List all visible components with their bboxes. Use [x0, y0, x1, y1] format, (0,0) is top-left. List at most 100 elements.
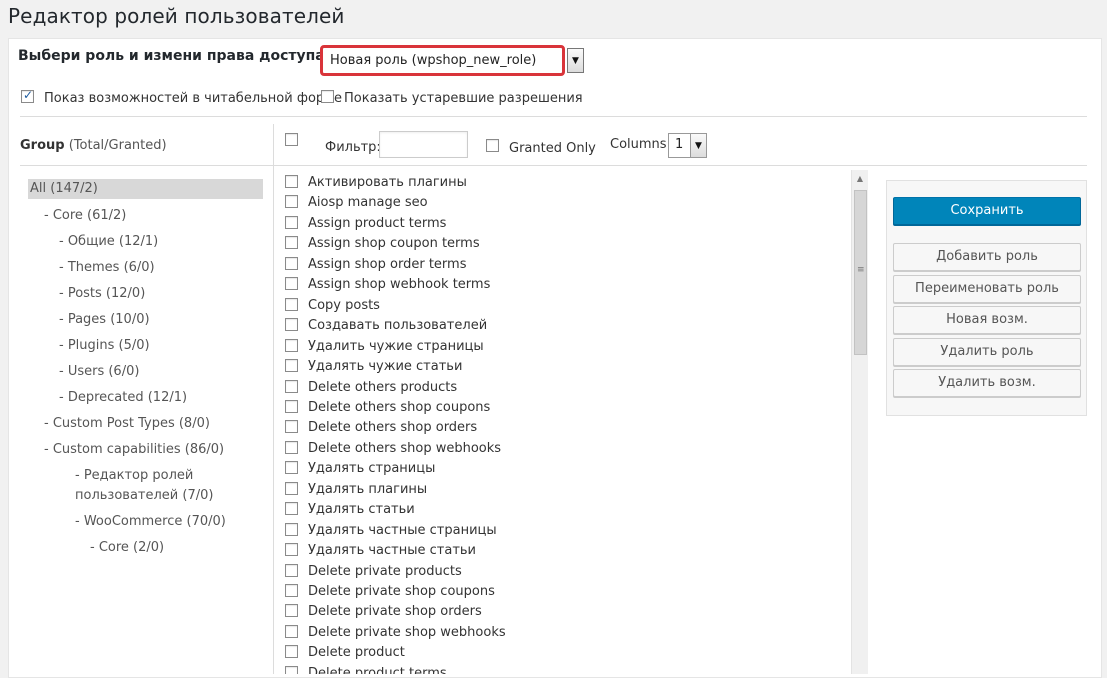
capability-checkbox[interactable]: [285, 236, 298, 249]
capability-row[interactable]: Удалять страницы: [285, 460, 845, 480]
capability-checkbox[interactable]: [285, 216, 298, 229]
rename-role-button[interactable]: Переименовать роль: [893, 275, 1081, 303]
capability-scrollbar[interactable]: ▲ ≡: [851, 170, 868, 674]
scroll-thumb[interactable]: ≡: [854, 190, 867, 355]
capability-checkbox[interactable]: [285, 298, 298, 311]
capability-label: Удалить чужие страницы: [308, 339, 484, 354]
save-button[interactable]: Сохранить: [893, 197, 1081, 225]
group-item-woocommerce-core[interactable]: - Core (2/0): [90, 540, 164, 555]
capability-checkbox[interactable]: [285, 257, 298, 270]
capability-row[interactable]: Удалять статьи: [285, 501, 845, 521]
capability-checkbox[interactable]: [285, 277, 298, 290]
role-select-label: Выбери роль и измени права доступа: [18, 48, 325, 64]
group-item-role-editor-count[interactable]: пользователей (7/0): [75, 488, 213, 503]
capability-checkbox[interactable]: [285, 359, 298, 372]
deprecated-checkbox[interactable]: [321, 90, 334, 103]
capability-row[interactable]: Assign shop order terms: [285, 256, 845, 276]
columns-chevron-down-icon[interactable]: ▼: [690, 134, 706, 157]
scroll-up-icon[interactable]: ▲: [852, 170, 868, 186]
group-item-users[interactable]: - Users (6/0): [59, 364, 139, 379]
capability-checkbox[interactable]: [285, 482, 298, 495]
capability-row[interactable]: Создавать пользователей: [285, 317, 845, 337]
group-item-role-editor[interactable]: - Редактор ролей: [75, 468, 193, 483]
delete-capability-button[interactable]: Удалить возм.: [893, 369, 1081, 397]
capability-checkbox[interactable]: [285, 400, 298, 413]
add-role-button[interactable]: Добавить роль: [893, 243, 1081, 271]
group-item-custom-capabilities[interactable]: - Custom capabilities (86/0): [44, 442, 224, 457]
capability-label: Удалять страницы: [308, 461, 436, 476]
capability-row[interactable]: Delete others products: [285, 379, 845, 399]
capability-checkbox[interactable]: [285, 420, 298, 433]
capability-checkbox[interactable]: [285, 666, 298, 674]
capability-row[interactable]: Delete others shop orders: [285, 419, 845, 439]
group-item-woocommerce[interactable]: - WooCommerce (70/0): [75, 514, 226, 529]
role-select[interactable]: Новая роль (wpshop_new_role): [320, 45, 565, 76]
capability-label: Удалять частные страницы: [308, 523, 497, 538]
filter-input[interactable]: [379, 131, 468, 158]
capability-row[interactable]: Активировать плагины: [285, 174, 845, 194]
group-item-pages[interactable]: - Pages (10/0): [59, 312, 150, 327]
capability-label: Delete private shop orders: [308, 604, 482, 619]
capability-checkbox[interactable]: [285, 625, 298, 638]
capability-row[interactable]: Delete product terms: [285, 665, 845, 674]
capability-checkbox[interactable]: [285, 584, 298, 597]
group-item-general[interactable]: - Общие (12/1): [59, 234, 158, 249]
columns-label: Columns:: [610, 137, 671, 152]
capability-label: Удалять частные статьи: [308, 543, 477, 558]
capability-checkbox[interactable]: [285, 604, 298, 617]
capability-checkbox[interactable]: [285, 523, 298, 536]
capability-row[interactable]: Copy posts: [285, 297, 845, 317]
granted-only-checkbox[interactable]: [486, 139, 499, 152]
group-item-all[interactable]: All (147/2): [28, 179, 263, 199]
capability-row[interactable]: Assign shop webhook terms: [285, 276, 845, 296]
deprecated-label: Показать устаревшие разрешения: [344, 91, 583, 106]
capability-row[interactable]: Delete product: [285, 644, 845, 664]
group-item-deprecated[interactable]: - Deprecated (12/1): [59, 390, 187, 405]
group-item-core[interactable]: - Core (61/2): [44, 208, 126, 223]
capability-row[interactable]: Delete private shop orders: [285, 603, 845, 623]
capability-row[interactable]: Удалять плагины: [285, 481, 845, 501]
capability-row[interactable]: Delete private shop coupons: [285, 583, 845, 603]
capability-checkbox[interactable]: [285, 441, 298, 454]
capability-checkbox[interactable]: [285, 175, 298, 188]
filter-label: Фильтр:: [325, 140, 381, 155]
capability-checkbox[interactable]: [285, 380, 298, 393]
capability-checkbox[interactable]: [285, 543, 298, 556]
capability-checkbox[interactable]: [285, 461, 298, 474]
capability-label: Delete others shop coupons: [308, 400, 491, 415]
capability-row[interactable]: Delete private shop webhooks: [285, 624, 845, 644]
group-item-posts[interactable]: - Posts (12/0): [59, 286, 145, 301]
select-all-checkbox[interactable]: [285, 133, 298, 146]
capability-row[interactable]: Delete others shop webhooks: [285, 440, 845, 460]
capability-label: Delete others shop webhooks: [308, 441, 502, 456]
capability-row[interactable]: Assign shop coupon terms: [285, 235, 845, 255]
group-item-custom-post-types[interactable]: - Custom Post Types (8/0): [44, 416, 210, 431]
capability-row[interactable]: Aiosp manage seo: [285, 194, 845, 214]
capability-checkbox[interactable]: [285, 339, 298, 352]
new-capability-button[interactable]: Новая возм.: [893, 306, 1081, 334]
capability-row[interactable]: Delete private products: [285, 563, 845, 583]
role-select-chevron-down-icon[interactable]: ▼: [567, 48, 584, 73]
capability-row[interactable]: Удалять чужие статьи: [285, 358, 845, 378]
capability-label: Удалять статьи: [308, 502, 415, 517]
capability-row[interactable]: Delete others shop coupons: [285, 399, 845, 419]
capability-label: Delete product: [308, 645, 405, 660]
capability-row[interactable]: Удалять частные страницы: [285, 522, 845, 542]
capability-row[interactable]: Assign product terms: [285, 215, 845, 235]
capability-label: Delete product terms: [308, 666, 447, 674]
human-readable-checkbox[interactable]: [21, 88, 34, 103]
delete-role-button[interactable]: Удалить роль: [893, 338, 1081, 366]
capability-row[interactable]: Удалять частные статьи: [285, 542, 845, 562]
group-item-themes[interactable]: - Themes (6/0): [59, 260, 155, 275]
capability-checkbox[interactable]: [285, 318, 298, 331]
capability-checkbox[interactable]: [285, 195, 298, 208]
capability-checkbox[interactable]: [285, 502, 298, 515]
capability-checkbox[interactable]: [285, 564, 298, 577]
divider: [20, 165, 1087, 166]
capability-row[interactable]: Удалить чужие страницы: [285, 338, 845, 358]
capability-label: Delete others products: [308, 380, 458, 395]
granted-only-label: Granted Only: [509, 141, 596, 156]
capability-checkbox[interactable]: [285, 645, 298, 658]
group-item-plugins[interactable]: - Plugins (5/0): [59, 338, 150, 353]
capability-label: Assign shop coupon terms: [308, 236, 480, 251]
